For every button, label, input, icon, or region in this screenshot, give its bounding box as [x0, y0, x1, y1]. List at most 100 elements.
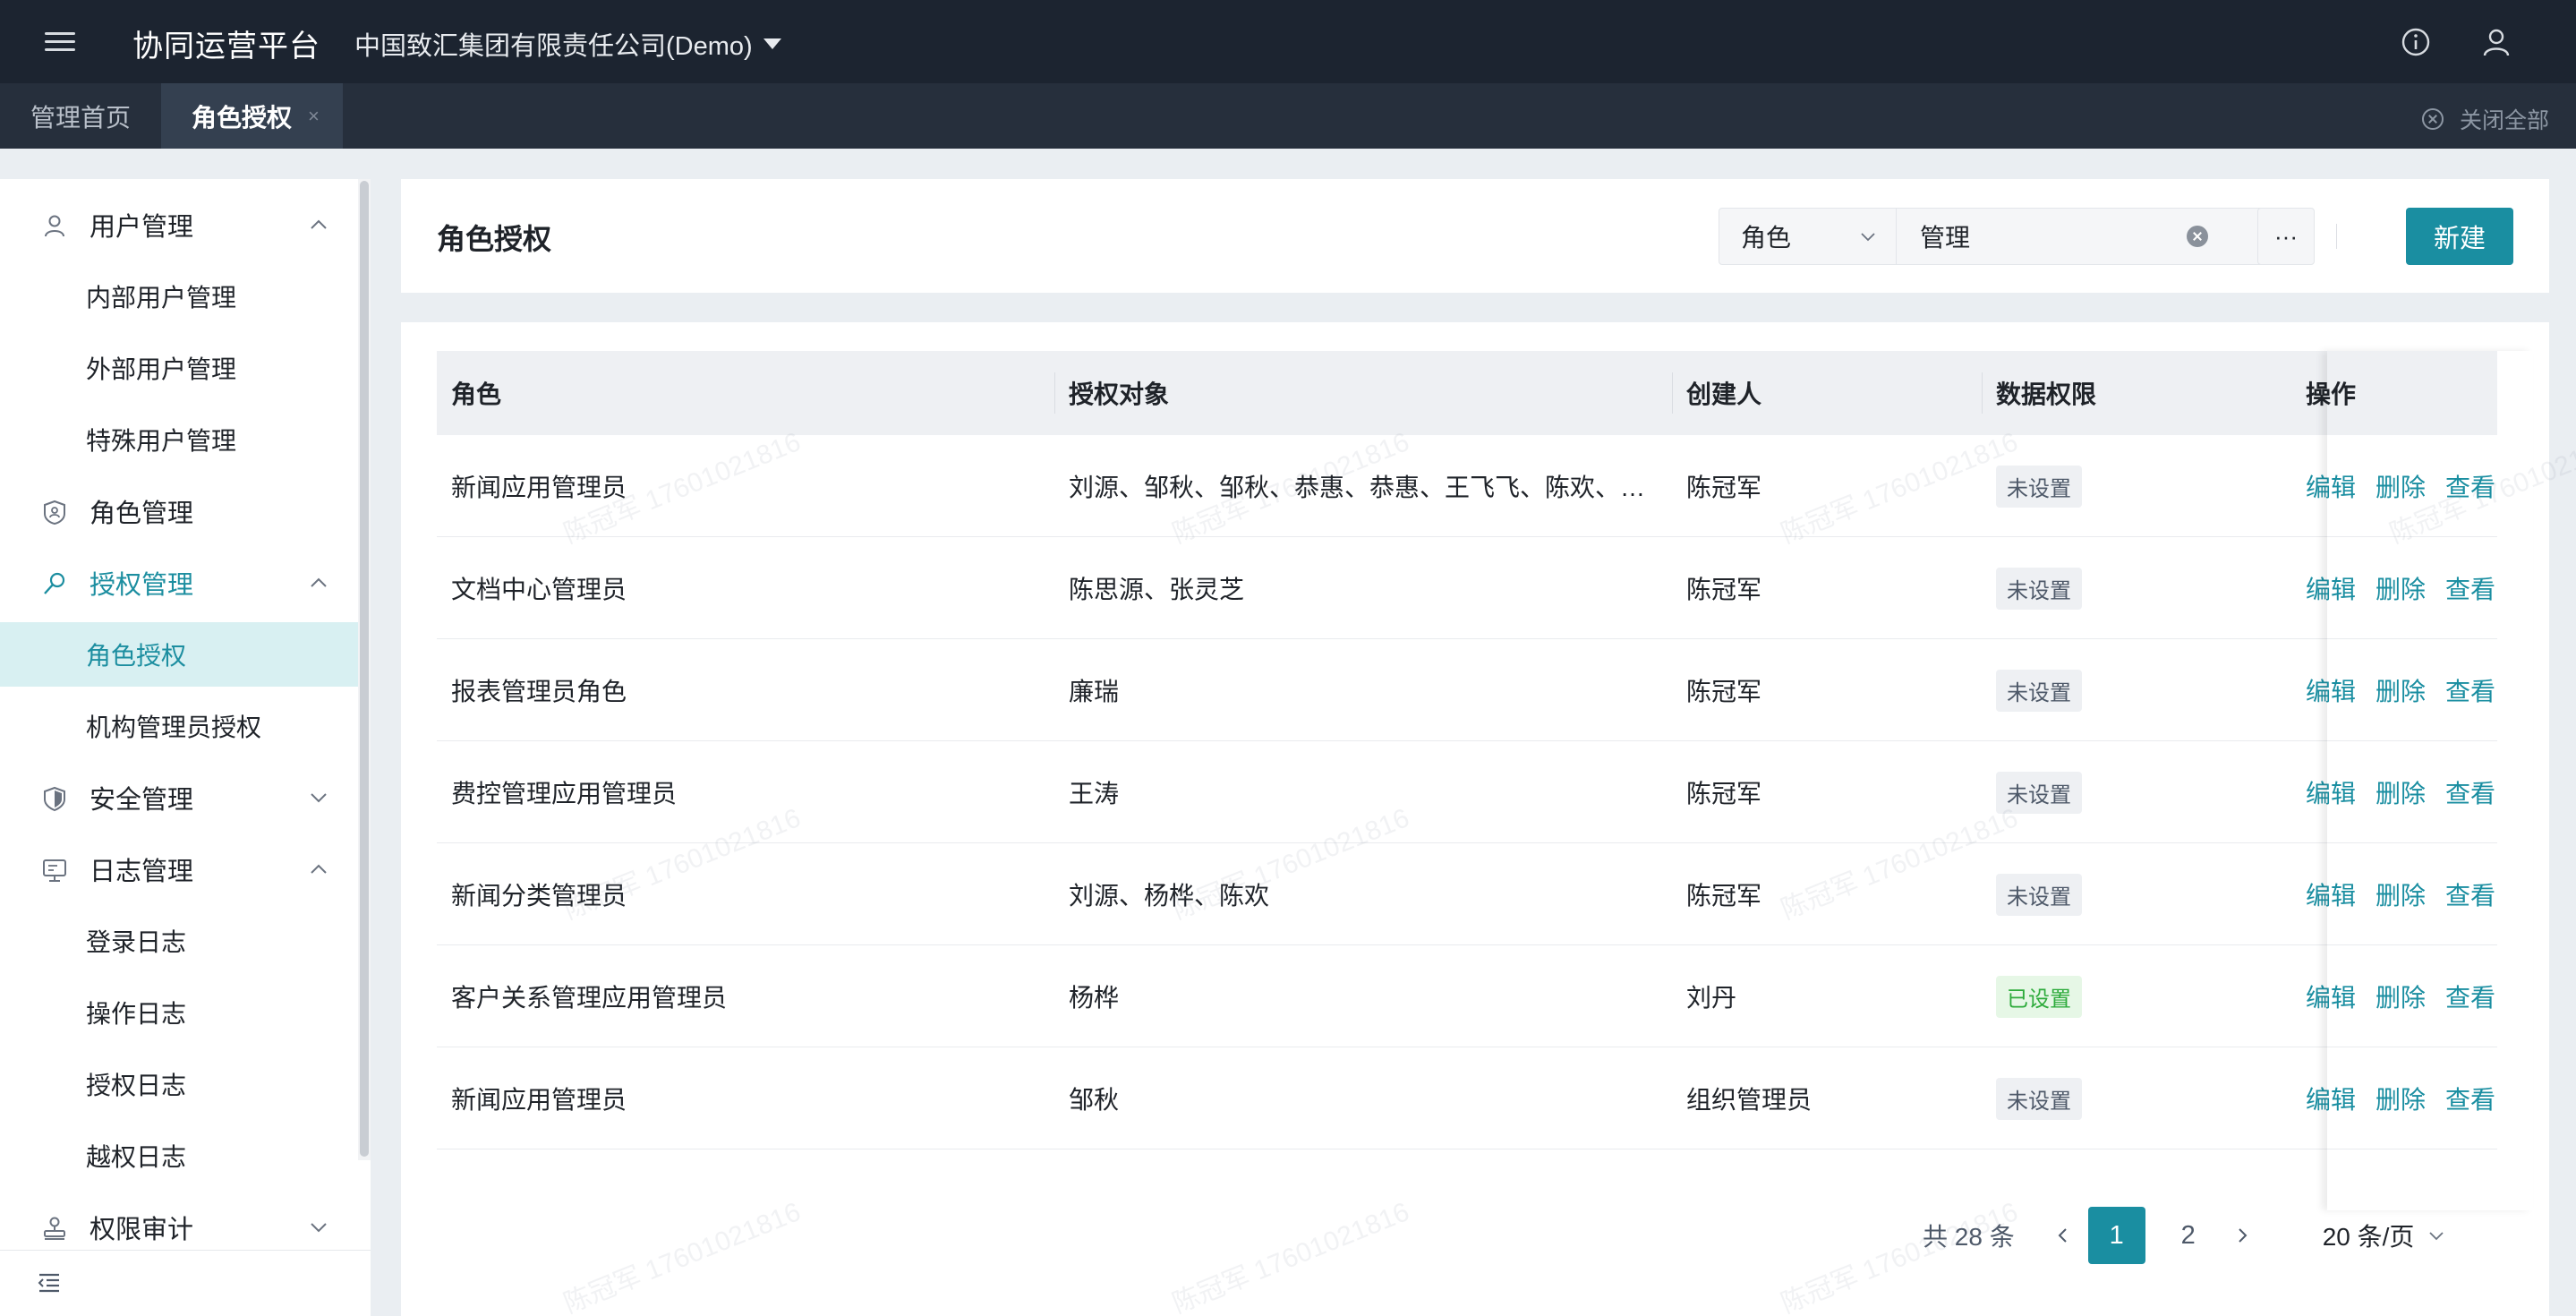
- cell-data-permission: 未设置: [1982, 741, 2291, 843]
- sidebar-group-security-management[interactable]: 安全管理: [0, 762, 358, 833]
- cell-data-permission: 已设置: [1982, 945, 2291, 1047]
- org-switcher[interactable]: 中国致汇集团有限责任公司(Demo): [354, 25, 781, 63]
- table-row: 文档中心管理员 陈思源、张灵芝 陈冠军 未设置 编辑 删除 查看.: [437, 537, 2497, 639]
- delete-link[interactable]: 删除: [2376, 672, 2426, 708]
- edit-link[interactable]: 编辑: [2306, 570, 2356, 606]
- view-link[interactable]: 查看.: [2445, 876, 2497, 912]
- sidebar-item-login-log[interactable]: 登录日志: [0, 909, 358, 973]
- edit-link[interactable]: 编辑: [2306, 876, 2356, 912]
- delete-link[interactable]: 删除: [2376, 774, 2426, 810]
- view-link[interactable]: 查看.: [2445, 1081, 2497, 1116]
- sidebar-group-label: 安全管理: [90, 786, 194, 815]
- view-link[interactable]: 查看.: [2445, 570, 2497, 606]
- app-title: 协同运营平台: [132, 30, 320, 64]
- cell-targets: 廉瑞: [1069, 678, 1120, 705]
- delete-link[interactable]: 删除: [2376, 876, 2426, 912]
- cell-role: 新闻分类管理员: [451, 882, 627, 910]
- chevron-up-icon: [311, 864, 327, 874]
- cell-role: 新闻应用管理员: [451, 474, 627, 501]
- tab-home[interactable]: 管理首页: [0, 83, 161, 149]
- user-avatar-icon[interactable]: [2479, 25, 2513, 59]
- sidebar-group-auth-management[interactable]: 授权管理: [0, 547, 358, 619]
- cell-data-permission: 未设置: [1982, 435, 2291, 537]
- table-card: 角色 授权对象 创建人 数据权限 操作 新闻应用管理员 刘源、邹秋、邹秋、恭惠、…: [401, 322, 2549, 1316]
- edit-link[interactable]: 编辑: [2306, 978, 2356, 1014]
- sidebar-item-external-user[interactable]: 外部用户管理: [0, 336, 358, 400]
- sidebar-item-org-admin-auth[interactable]: 机构管理员授权: [0, 694, 358, 758]
- search-input[interactable]: [1897, 209, 2237, 264]
- chevron-down-icon: [1861, 233, 1875, 242]
- tab-role-auth-label: 角色授权: [192, 103, 293, 132]
- edit-link[interactable]: 编辑: [2306, 672, 2356, 708]
- sidebar-scroll-thumb[interactable]: [360, 181, 369, 1157]
- new-button[interactable]: 新建: [2406, 208, 2513, 265]
- sidebar-group-role-management[interactable]: 角色管理: [0, 475, 358, 547]
- delete-link[interactable]: 删除: [2376, 978, 2426, 1014]
- info-icon[interactable]: [2399, 25, 2433, 59]
- status-badge: 未设置: [1996, 771, 2082, 814]
- sidebar-group-label: 用户管理: [90, 213, 194, 242]
- edit-link[interactable]: 编辑: [2306, 468, 2356, 504]
- page-size-select[interactable]: 20 条/页: [2323, 1218, 2445, 1253]
- tab-role-auth[interactable]: 角色授权 ×: [161, 83, 343, 149]
- column-header-actions: 操作: [2291, 351, 2497, 435]
- table-row: 新闻应用管理员 刘源、邹秋、邹秋、恭惠、恭惠、王飞飞、陈欢、… 陈冠军 未设置 …: [437, 435, 2497, 537]
- sidebar-item-operation-log[interactable]: 操作日志: [0, 980, 358, 1045]
- status-badge: 未设置: [1996, 669, 2082, 712]
- view-link[interactable]: 查看.: [2445, 774, 2497, 810]
- sidebar-group-label: 角色管理: [90, 500, 194, 528]
- sidebar-item-internal-user[interactable]: 内部用户管理: [0, 264, 358, 329]
- edit-link[interactable]: 编辑: [2306, 1081, 2356, 1116]
- role-badge-icon: [44, 500, 65, 526]
- column-header-role: 角色: [451, 380, 502, 408]
- cell-creator: 陈冠军: [1686, 474, 1762, 501]
- prev-page-button[interactable]: [2045, 1209, 2081, 1262]
- view-link[interactable]: 查看.: [2445, 468, 2497, 504]
- search-group: 角色: [1719, 208, 2313, 265]
- pagination: 共 28 条 1 2 20 条/页: [1923, 1207, 2445, 1264]
- caret-down-icon: [763, 38, 781, 49]
- clear-search-icon[interactable]: [2187, 226, 2208, 247]
- collapse-sidebar-icon[interactable]: [38, 1272, 61, 1294]
- chevron-right-icon: [2239, 1228, 2248, 1243]
- sidebar-item-overreach-log[interactable]: 越权日志: [0, 1124, 358, 1188]
- delete-link[interactable]: 删除: [2376, 1081, 2426, 1116]
- cell-role: 报表管理员角色: [451, 678, 627, 705]
- sidebar-group-user-management[interactable]: 用户管理: [0, 189, 358, 261]
- sidebar-item-auth-log[interactable]: 授权日志: [0, 1052, 358, 1116]
- tab-bar: 管理首页 角色授权 × 关闭全部: [0, 83, 2576, 149]
- status-badge: 未设置: [1996, 873, 2082, 916]
- view-link[interactable]: 查看.: [2445, 978, 2497, 1014]
- sidebar-scrollbar[interactable]: [358, 179, 371, 1160]
- sidebar-item-special-user[interactable]: 特殊用户管理: [0, 407, 358, 472]
- sidebar-group-label: 日志管理: [90, 858, 194, 886]
- view-link[interactable]: 查看.: [2445, 672, 2497, 708]
- cell-actions: 编辑 删除 查看.: [2291, 1047, 2497, 1149]
- sidebar-footer: [0, 1250, 371, 1316]
- table-row: 新闻分类管理员 刘源、杨桦、陈欢 陈冠军 未设置 编辑 删除 查看.: [437, 843, 2497, 945]
- delete-link[interactable]: 删除: [2376, 570, 2426, 606]
- sidebar-group-log-management[interactable]: 日志管理: [0, 833, 358, 905]
- cell-data-permission: 未设置: [1982, 843, 2291, 945]
- cell-actions: 编辑 删除 查看.: [2291, 537, 2497, 639]
- org-name: 中国致汇集团有限责任公司(Demo): [354, 32, 753, 61]
- cell-targets: 邹秋: [1069, 1086, 1120, 1114]
- page-2-button[interactable]: 2: [2160, 1207, 2217, 1264]
- page-title: 角色授权: [437, 223, 552, 255]
- sidebar-item-role-auth[interactable]: 角色授权: [0, 622, 358, 687]
- status-badge: 未设置: [1996, 567, 2082, 610]
- hamburger-menu-icon[interactable]: [45, 29, 75, 54]
- next-page-button[interactable]: [2224, 1209, 2260, 1262]
- table-header: 角色 授权对象 创建人 数据权限 操作: [437, 351, 2497, 435]
- search-field-value: 角色: [1741, 224, 1792, 252]
- table-row: 报表管理员角色 廉瑞 陈冠军 未设置 编辑 删除 查看.: [437, 639, 2497, 741]
- close-all-tabs-button[interactable]: 关闭全部: [2421, 103, 2549, 135]
- search-field-select[interactable]: 角色: [1719, 209, 1897, 264]
- delete-link[interactable]: 删除: [2376, 468, 2426, 504]
- close-tab-icon[interactable]: ×: [308, 105, 320, 128]
- more-options-button[interactable]: ···: [2257, 208, 2315, 265]
- page-1-button[interactable]: 1: [2087, 1207, 2145, 1264]
- column-header-creator: 创建人: [1686, 380, 1762, 408]
- edit-link[interactable]: 编辑: [2306, 774, 2356, 810]
- chevron-left-icon: [2058, 1228, 2067, 1243]
